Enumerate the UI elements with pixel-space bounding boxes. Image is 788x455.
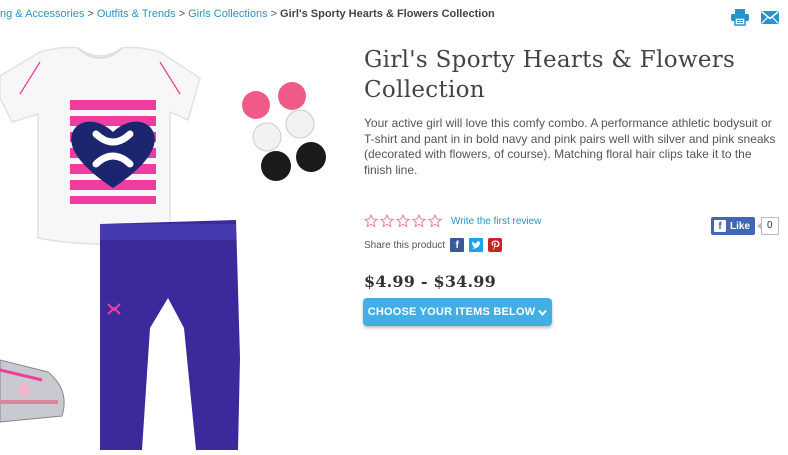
breadcrumb-link-accessories[interactable]: ng & Accessories <box>0 8 84 20</box>
star-outline-icon <box>396 214 410 228</box>
page-tools <box>730 8 780 26</box>
breadcrumb-link-outfits-trends[interactable]: Outfits & Trends <box>97 8 176 20</box>
facebook-like-label: Like <box>730 220 751 232</box>
hair-clips-image <box>242 82 326 181</box>
breadcrumb: ng & Accessories > Outfits & Trends > Girls … <box>0 8 495 20</box>
product-title: Girl's Sporty Hearts & Flowers Collectio… <box>364 47 736 103</box>
tshirt-image <box>0 46 201 245</box>
star-outline-icon <box>364 214 378 228</box>
breadcrumb-separator: > <box>87 8 94 20</box>
star-outline-icon <box>380 214 394 228</box>
star-outline-icon <box>428 214 442 228</box>
pinterest-share-icon[interactable] <box>488 238 503 252</box>
email-icon[interactable] <box>760 8 780 26</box>
chevron-down-icon <box>538 309 548 316</box>
breadcrumb-separator: > <box>270 8 278 20</box>
star-outline-icon <box>412 214 426 228</box>
breadcrumb-link-girls-collections[interactable]: Girls Collections <box>188 8 267 20</box>
breadcrumb-current: Girl's Sporty Hearts & Flowers Collectio… <box>280 8 495 20</box>
rating-row: Write the first review <box>364 214 541 228</box>
facebook-icon: f <box>714 220 726 232</box>
choose-items-button[interactable]: CHOOSE YOUR ITEMS BELOW <box>363 298 552 326</box>
pants-image <box>100 220 240 450</box>
breadcrumb-separator: > <box>178 8 186 20</box>
twitter-share-icon[interactable] <box>469 238 484 252</box>
product-description: Your active girl will love this comfy co… <box>364 116 776 177</box>
facebook-like-count: 0 <box>757 217 779 235</box>
share-label: Share this product <box>364 239 446 251</box>
product-image[interactable] <box>0 38 345 450</box>
share-row: Share this product f <box>364 238 507 252</box>
write-review-link[interactable]: Write the first review <box>451 216 541 227</box>
print-icon[interactable] <box>730 8 750 26</box>
rating-stars <box>364 214 442 228</box>
price-range: $4.99 - $34.99 <box>364 272 496 291</box>
sneaker-image <box>0 359 65 423</box>
choose-items-label: CHOOSE YOUR ITEMS BELOW <box>367 306 536 318</box>
facebook-like-button[interactable]: f Like <box>711 217 756 235</box>
facebook-share-icon[interactable]: f <box>450 238 465 252</box>
facebook-like: f Like 0 <box>711 217 779 235</box>
